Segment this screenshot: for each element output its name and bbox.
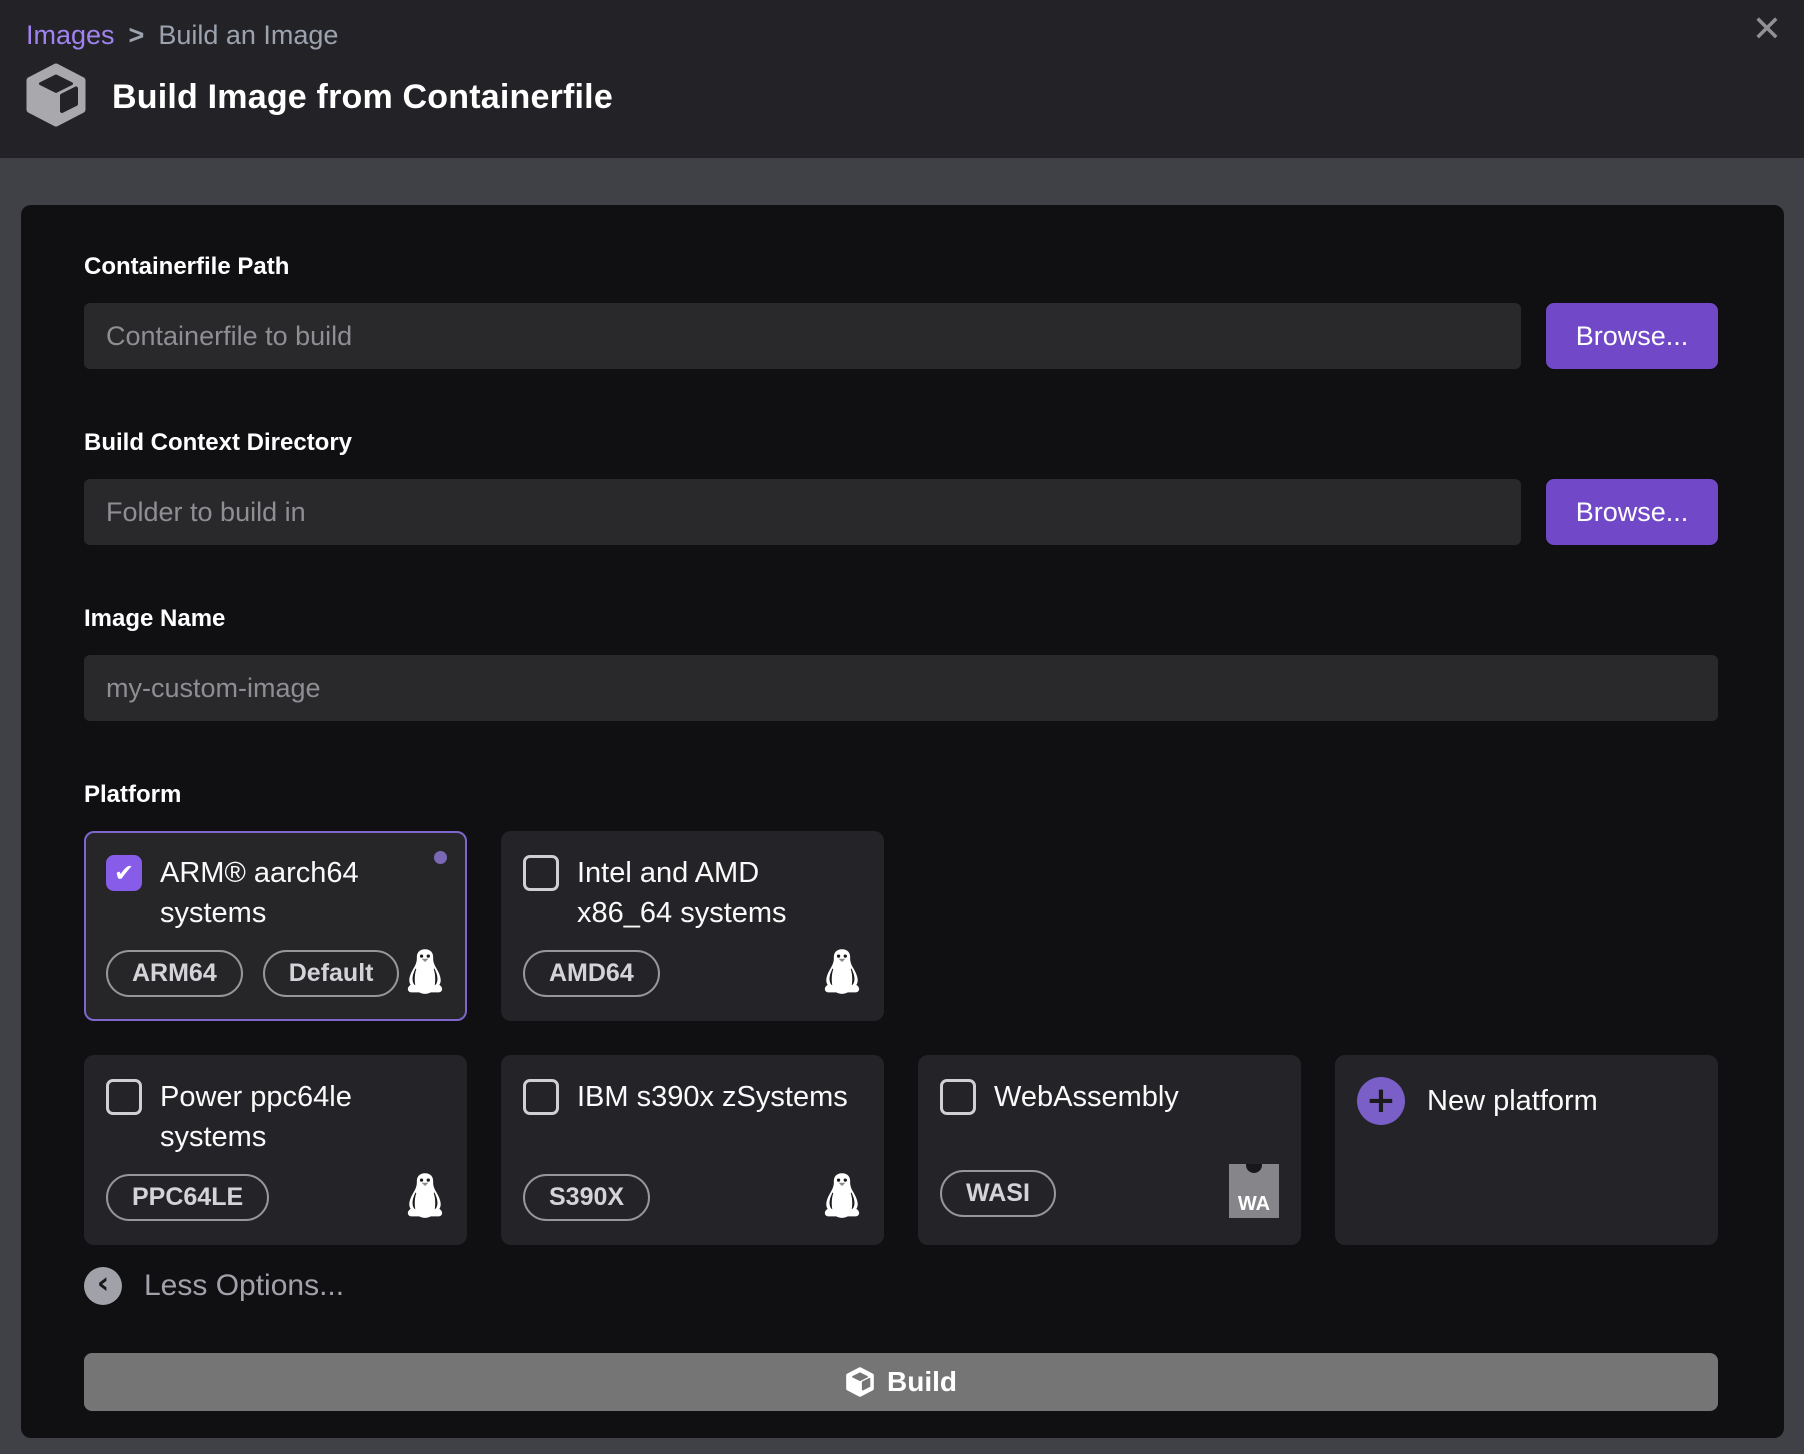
linux-tux-icon	[822, 1172, 862, 1223]
image-cube-icon	[22, 63, 90, 132]
platform-card-arm64[interactable]: ✔ ARM® aarch64 systems ARM64 Default	[84, 831, 467, 1021]
platform-card-title: New platform	[1427, 1081, 1598, 1121]
arch-badge: WASI	[940, 1170, 1056, 1217]
linux-tux-icon	[405, 1172, 445, 1223]
breadcrumb-images-link[interactable]: Images	[26, 20, 115, 51]
image-name-input[interactable]	[84, 655, 1718, 721]
page-header: Images > Build an Image Build Image from…	[0, 0, 1804, 158]
plus-icon: +	[1357, 1077, 1405, 1125]
amd64-checkbox[interactable]	[523, 855, 559, 891]
build-form-panel: Containerfile Path Browse... Build Conte…	[21, 205, 1784, 1438]
arch-badge: AMD64	[523, 950, 660, 997]
build-button[interactable]: Build	[84, 1353, 1718, 1411]
arch-badge: S390X	[523, 1174, 650, 1221]
platform-card-s390x[interactable]: IBM s390x zSystems S390X	[501, 1055, 884, 1245]
containerfile-browse-button[interactable]: Browse...	[1546, 303, 1718, 369]
containerfile-path-input[interactable]	[84, 303, 1521, 369]
platform-card-wasm[interactable]: WebAssembly WASI WA	[918, 1055, 1301, 1245]
build-cube-icon	[845, 1367, 875, 1397]
containerfile-path-label: Containerfile Path	[84, 253, 1718, 281]
linux-tux-icon	[405, 948, 445, 999]
platform-card-ppc64le[interactable]: Power ppc64le systems PPC64LE	[84, 1055, 467, 1245]
breadcrumb: Images > Build an Image	[22, 20, 1780, 51]
platform-card-title: IBM s390x zSystems	[577, 1077, 848, 1117]
checkmark-icon: ✔	[114, 859, 134, 887]
platform-label: Platform	[84, 781, 1718, 809]
new-platform-card[interactable]: + New platform	[1335, 1055, 1718, 1245]
build-button-label: Build	[887, 1366, 957, 1398]
image-name-label: Image Name	[84, 605, 1718, 633]
wasm-checkbox[interactable]	[940, 1079, 976, 1115]
arm64-checkbox[interactable]: ✔	[106, 855, 142, 891]
linux-tux-icon	[822, 948, 862, 999]
less-options-toggle[interactable]: ‹ Less Options...	[84, 1267, 344, 1305]
webassembly-logo-icon: WA	[1229, 1164, 1279, 1223]
breadcrumb-current: Build an Image	[158, 20, 338, 51]
platform-card-title: Power ppc64le systems	[160, 1077, 445, 1157]
breadcrumb-separator-icon: >	[129, 20, 145, 51]
default-platform-dot	[434, 851, 447, 864]
platform-card-amd64[interactable]: Intel and AMD x86_64 systems AMD64	[501, 831, 884, 1021]
arch-badge: ARM64	[106, 950, 243, 997]
platform-card-grid: ✔ ARM® aarch64 systems ARM64 Default Int…	[84, 831, 1718, 1245]
arch-badge: PPC64LE	[106, 1174, 269, 1221]
s390x-checkbox[interactable]	[523, 1079, 559, 1115]
page-title: Build Image from Containerfile	[112, 78, 613, 117]
platform-card-title: Intel and AMD x86_64 systems	[577, 853, 862, 933]
default-badge: Default	[263, 950, 400, 997]
chevron-left-icon: ‹	[84, 1267, 122, 1305]
context-directory-input[interactable]	[84, 479, 1521, 545]
svg-text:WA: WA	[1238, 1193, 1270, 1215]
platform-card-title: WebAssembly	[994, 1077, 1179, 1117]
less-options-label: Less Options...	[144, 1269, 344, 1303]
ppc64le-checkbox[interactable]	[106, 1079, 142, 1115]
context-directory-browse-button[interactable]: Browse...	[1546, 479, 1718, 545]
context-directory-label: Build Context Directory	[84, 429, 1718, 457]
close-icon[interactable]: ✕	[1752, 12, 1782, 48]
platform-card-title: ARM® aarch64 systems	[160, 853, 445, 933]
